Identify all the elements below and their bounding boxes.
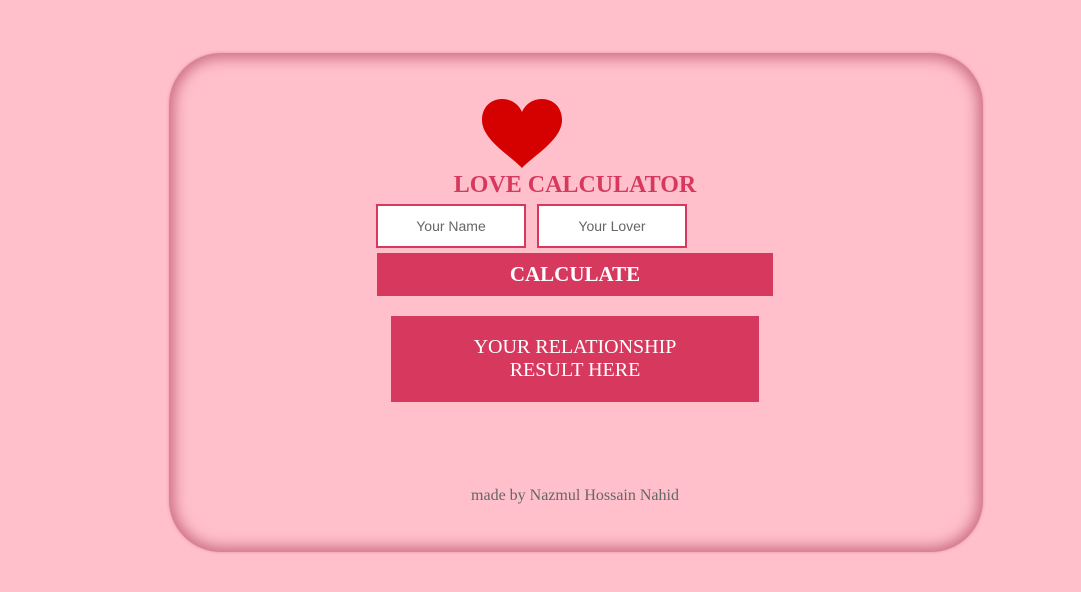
result-text: YOUR RELATIONSHIP RESULT HERE bbox=[474, 336, 677, 382]
your-name-input[interactable] bbox=[376, 204, 526, 248]
heart-icon bbox=[482, 99, 562, 168]
calculator-card bbox=[169, 53, 983, 552]
calculate-button[interactable]: CALCULATE bbox=[377, 253, 773, 296]
your-lover-input[interactable] bbox=[537, 204, 687, 248]
author-credit: made by Nazmul Hossain Nahid bbox=[471, 487, 679, 504]
result-line-1: YOUR RELATIONSHIP bbox=[473, 336, 677, 358]
page-title: LOVE CALCULATOR bbox=[453, 172, 697, 198]
result-box: YOUR RELATIONSHIP RESULT HERE bbox=[391, 316, 759, 402]
result-line-2: RESULT HERE bbox=[509, 359, 641, 381]
